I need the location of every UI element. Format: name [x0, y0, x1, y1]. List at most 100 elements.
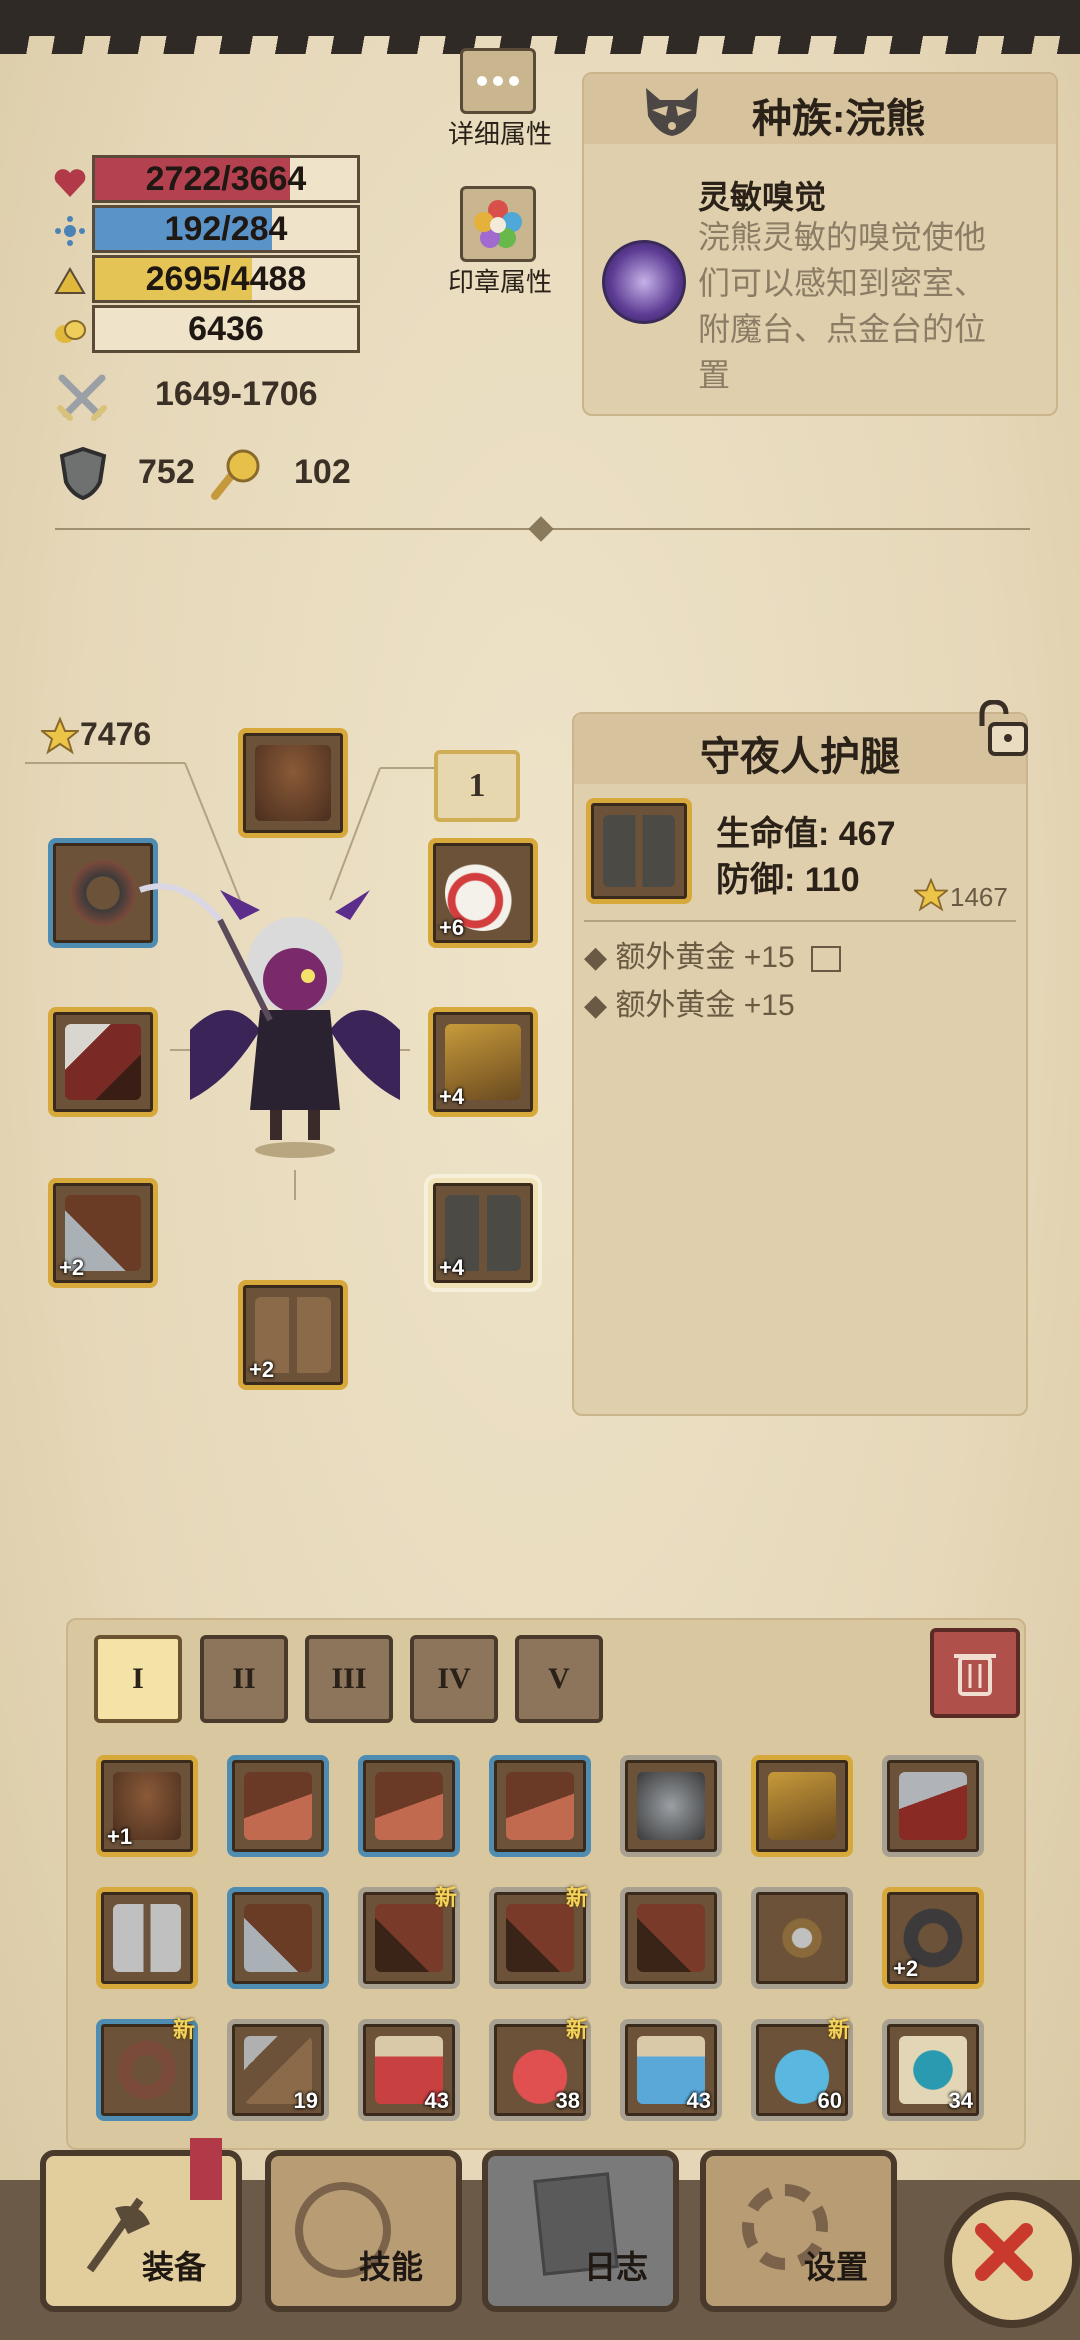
equip-slot-amulet[interactable]: +6 — [428, 838, 538, 948]
glove-icon — [637, 1904, 705, 1972]
inventory-slot-ring[interactable]: +2 — [882, 1887, 984, 1989]
inventory-slot-chest-armor[interactable] — [751, 1755, 853, 1857]
nav-skills-button[interactable]: 技能 — [265, 2150, 462, 2312]
glove-icon — [375, 1904, 443, 1972]
shoulder-armor-icon — [899, 1772, 967, 1840]
inventory-slot-greaves[interactable] — [96, 1887, 198, 1989]
skill-name: 灵敏嗅觉 — [698, 179, 827, 215]
hat-icon — [506, 1772, 574, 1840]
seal-attributes-label: 印章属性 — [447, 267, 552, 297]
inventory-slot-glove[interactable]: 新 — [489, 1885, 591, 1989]
inventory-slot-necklace[interactable] — [751, 1887, 853, 1989]
inventory-slot-hat[interactable] — [489, 1755, 591, 1857]
inventory-slot-glove[interactable]: 新 — [358, 1885, 460, 1989]
nav-log-label: 日志 — [584, 2249, 649, 2285]
nav-skills-label: 技能 — [359, 2249, 424, 2285]
item-count: 60 — [817, 2088, 842, 2113]
necklace-icon — [768, 1904, 836, 1972]
iron-helm-icon — [637, 1772, 705, 1840]
item-title: 守夜人护腿 — [700, 735, 900, 779]
gold-icon — [52, 313, 88, 349]
xp-value: 2695/4488 — [145, 260, 307, 298]
inventory-slot-glove[interactable] — [620, 1887, 722, 1989]
image-icon — [810, 946, 841, 973]
bonus-1-text: 额外黄金 +15 — [615, 941, 795, 974]
equip-slot-helmet[interactable] — [238, 728, 348, 838]
item-detail-icon — [586, 798, 692, 904]
race-panel: 种族:浣熊 灵敏嗅觉 浣熊灵敏的嗅觉使他们可以感知到密室、附魔台、点金台的位置 — [582, 72, 1058, 416]
tab-page-4[interactable]: IV — [410, 1635, 498, 1723]
greaves-icon — [113, 1904, 181, 1972]
item-score: 1467 — [950, 882, 1008, 912]
tab-page-2[interactable]: II — [200, 1635, 288, 1723]
mana-icon — [52, 213, 88, 249]
mp-value: 192/284 — [164, 210, 288, 248]
chest-armor-icon — [768, 1772, 836, 1840]
ring-slot-number-badge[interactable]: 1 — [434, 750, 520, 822]
new-badge: 新 — [565, 2017, 588, 2042]
nav-settings-button[interactable]: 设置 — [700, 2150, 897, 2312]
inventory-slot-red-potion-small[interactable]: 43 — [358, 2019, 460, 2121]
belt-ring-icon — [113, 2036, 181, 2104]
inventory-slot-iron-helm[interactable] — [620, 1755, 722, 1857]
inventory-slot-blue-potion-small[interactable]: 43 — [620, 2019, 722, 2121]
new-badge: 新 — [434, 1885, 457, 1910]
equip-slot-leggings[interactable]: +4 — [428, 1178, 538, 1288]
hp-bar: 2722/3664 — [92, 155, 360, 203]
inventory-slot-belt-ring[interactable]: 新 — [96, 2017, 198, 2121]
tab-page-5[interactable]: V — [515, 1635, 603, 1723]
seal-flower-icon — [460, 186, 536, 262]
inventory-slot-gauntlet[interactable] — [227, 1887, 329, 1989]
item-count: 38 — [555, 2088, 580, 2113]
close-button[interactable] — [944, 2192, 1080, 2328]
equip-slot-boots[interactable]: +2 — [238, 1280, 348, 1390]
bonus-row-1: ◆ 额外黄金 +15 — [584, 932, 841, 976]
xp-triangle-icon — [52, 263, 88, 299]
skill-icon — [602, 240, 686, 324]
close-icon — [975, 2223, 1033, 2281]
attack-value: 1649-1706 — [155, 375, 318, 413]
helmet-icon — [255, 745, 331, 821]
inventory-slot-hat[interactable] — [227, 1755, 329, 1857]
ring-slot-number: 1 — [468, 767, 486, 804]
inventory-slot-helmet[interactable]: +1 — [96, 1755, 198, 1857]
item-level: +1 — [107, 1824, 133, 1849]
shield-icon — [55, 445, 111, 501]
detail-attributes-button[interactable]: 详细属性 — [430, 48, 570, 149]
inventory-slot-shoulder-armor[interactable] — [882, 1755, 984, 1857]
nav-equipment-button[interactable]: 装备 — [40, 2138, 242, 2312]
inventory-slot-blue-potion[interactable]: 60 新 — [751, 2017, 853, 2121]
item-level: +2 — [893, 1956, 919, 1981]
new-badge: 新 — [565, 1885, 588, 1910]
inventory-slot-scroll[interactable]: 34 — [882, 2019, 984, 2121]
lock-icon[interactable] — [972, 699, 1032, 760]
xp-bar: 2695/4488 — [92, 255, 360, 303]
bookmark-ribbon — [190, 2138, 222, 2200]
trash-button[interactable] — [930, 1628, 1020, 1718]
equip-slot-gloves[interactable]: +2 — [48, 1178, 158, 1288]
luck-coin-icon — [208, 445, 266, 503]
item-def-stat: 防御: 110 — [716, 861, 860, 899]
character-avatar[interactable] — [120, 880, 400, 1160]
luck-value: 102 — [294, 453, 351, 491]
item-detail-panel: 守夜人护腿 生命值: 467 防御: 110 1467 ◆ 额外黄金 +15 ◆… — [572, 712, 1028, 1416]
leggings-icon — [603, 815, 675, 887]
item-count: 43 — [686, 2088, 711, 2113]
glove-icon — [506, 1904, 574, 1972]
nav-equipment-label: 装备 — [142, 2249, 207, 2285]
tab-page-3[interactable]: III — [305, 1635, 393, 1723]
item-count: 19 — [293, 2088, 318, 2113]
tab-page-1[interactable]: I — [94, 1635, 182, 1723]
item-count: 43 — [424, 2088, 449, 2113]
mp-bar: 192/284 — [92, 205, 360, 253]
item-count: 34 — [948, 2088, 973, 2113]
nav-log-button[interactable]: 日志 — [482, 2150, 679, 2312]
inventory-slot-hat[interactable] — [358, 1755, 460, 1857]
inventory-slot-pickaxe[interactable]: 19 — [227, 2019, 329, 2121]
detail-attributes-label: 详细属性 — [447, 119, 552, 149]
equip-slot-armor[interactable]: +4 — [428, 1007, 538, 1117]
bonus-2-text: 额外黄金 +15 — [615, 989, 795, 1022]
inventory-slot-red-potion[interactable]: 38 新 — [489, 2017, 591, 2121]
seal-attributes-button[interactable]: 印章属性 — [430, 186, 570, 297]
bullet-icon: ◆ — [584, 989, 616, 1022]
